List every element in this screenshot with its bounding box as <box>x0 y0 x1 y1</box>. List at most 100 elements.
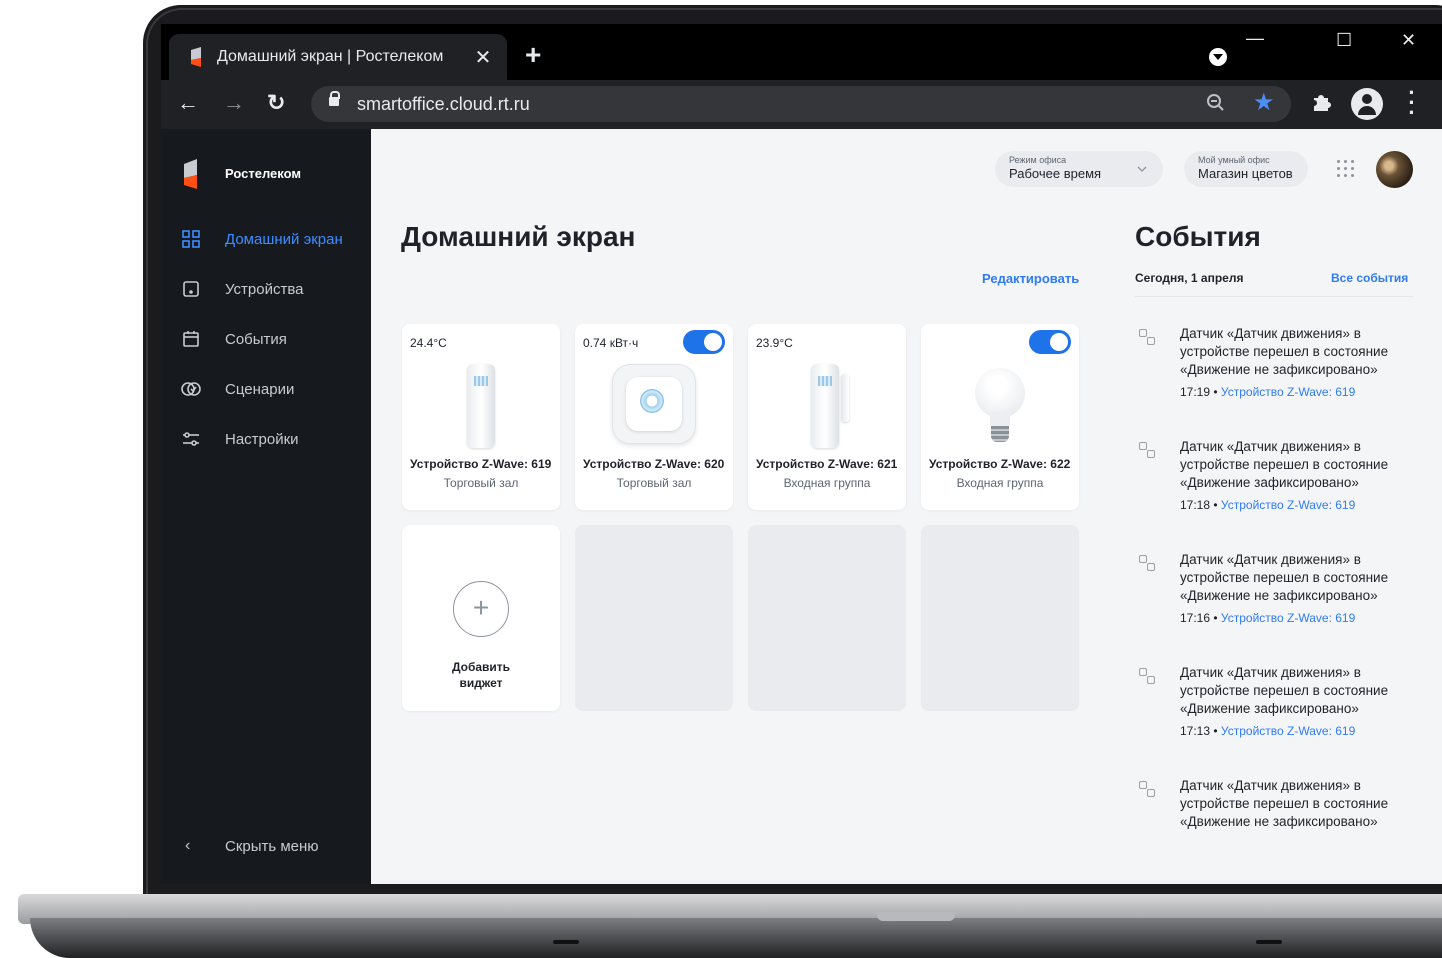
edit-link[interactable]: Редактировать <box>982 271 1079 286</box>
minimize-button[interactable]: — <box>1246 28 1264 49</box>
events-list[interactable]: Датчик «Датчик движения» в устройстве пе… <box>1135 319 1425 879</box>
events-date: Сегодня, 1 апреля <box>1135 271 1244 285</box>
rostelecom-logo-icon <box>181 159 199 189</box>
list-fade <box>1135 859 1435 884</box>
sidebar-item-home[interactable]: Домашний экран <box>181 229 343 249</box>
bookmark-star-icon[interactable]: ★ <box>1253 88 1275 117</box>
smart-plug-icon <box>612 364 696 444</box>
widget-room: Входная группа <box>956 476 1044 490</box>
main-content: Режим офиса Рабочее время Мой умный офис… <box>371 129 1442 884</box>
browser-toolbar: ← → ↻ smartoffice.cloud.rt.ru ★ · · · <box>161 80 1442 129</box>
event-text: Датчик «Датчик движения» в устройстве пе… <box>1180 326 1389 377</box>
tab-search-icon[interactable] <box>1209 48 1227 66</box>
back-icon[interactable]: ← <box>177 90 199 116</box>
add-widget-card[interactable]: + Добавить виджет <box>402 525 560 711</box>
light-bulb-neck <box>990 412 1010 426</box>
event-device-link[interactable]: Устройство Z-Wave: 619 <box>1221 724 1355 738</box>
url-text[interactable]: smartoffice.cloud.rt.ru <box>357 94 530 115</box>
lock-icon[interactable] <box>329 91 340 106</box>
sidebar: Ростелеком Домашний экран Устройства Соб… <box>161 129 371 884</box>
empty-widget-slot <box>921 525 1079 711</box>
rostelecom-favicon-icon <box>189 47 203 67</box>
sidebar-item-label: Домашний экран <box>225 230 343 248</box>
hide-menu-label: Скрыть меню <box>225 837 319 855</box>
laptop-base-bottom <box>30 918 1442 958</box>
maximize-button[interactable]: ☐ <box>1336 30 1352 51</box>
device-widget[interactable]: 23.9°C Устройство Z-Wave: 621 Входная гр… <box>748 324 906 510</box>
event-text: Датчик «Датчик движения» в устройстве пе… <box>1180 439 1389 490</box>
sidebar-item-devices[interactable]: Устройства <box>181 279 303 299</box>
widget-temperature: 24.4°C <box>410 336 447 350</box>
light-bulb-icon <box>975 368 1025 418</box>
hide-menu-button[interactable]: ‹ Скрыть меню <box>185 837 319 855</box>
all-events-link[interactable]: Все события <box>1331 271 1408 285</box>
avatar[interactable] <box>1376 151 1413 188</box>
motion-sensor-event-icon <box>1139 668 1157 686</box>
reload-icon[interactable]: ↻ <box>267 90 285 116</box>
device-widget[interactable]: 24.4°C Устройство Z-Wave: 619 Торговый з… <box>402 324 560 510</box>
device-widget[interactable]: 0.74 кВт·ч Устройство Z-Wave: 620 Торгов… <box>575 324 733 510</box>
motion-sensor-event-icon <box>1139 442 1157 460</box>
laptop-notch <box>877 912 955 921</box>
page-title: Домашний экран <box>401 221 636 252</box>
event-text: Датчик «Датчик движения» в устройстве пе… <box>1180 778 1389 829</box>
device-widget[interactable]: Устройство Z-Wave: 622 Входная группа <box>921 324 1079 510</box>
close-window-button[interactable]: ✕ <box>1401 30 1416 51</box>
events-title: События <box>1135 221 1261 252</box>
browser-tab-bar: Домашний экран | Ростелеком ✕ + — ☐ ✕ <box>161 24 1442 80</box>
zoom-icon[interactable] <box>1206 90 1226 120</box>
forward-icon[interactable]: → <box>223 90 245 116</box>
widget-toggle[interactable] <box>683 330 725 354</box>
add-widget-label-line2: виджет <box>459 676 503 690</box>
event-time: 17:16 <box>1180 611 1211 625</box>
add-widget-label-line1: Добавить <box>451 660 511 674</box>
my-office-caption: Мой умный офис <box>1198 155 1270 165</box>
add-widget-label: Добавить виджет <box>402 659 560 691</box>
brand-name: Ростелеком <box>225 165 301 181</box>
brand[interactable]: Ростелеком <box>181 159 301 189</box>
tab-close-icon[interactable]: ✕ <box>473 45 493 70</box>
event-time: 17:19 <box>1180 385 1211 399</box>
event-device-link[interactable]: Устройство Z-Wave: 619 <box>1221 611 1355 625</box>
new-tab-button[interactable]: + <box>525 39 541 71</box>
laptop-foot <box>1256 940 1282 944</box>
event-time: 17:18 <box>1180 498 1211 512</box>
motion-sensor-icon <box>467 364 495 448</box>
sidebar-item-events[interactable]: События <box>181 329 287 349</box>
office-mode-select[interactable]: Режим офиса Рабочее время <box>995 151 1163 187</box>
widget-energy: 0.74 кВт·ч <box>583 336 639 350</box>
sidebar-item-label: События <box>225 330 287 348</box>
address-bar[interactable]: smartoffice.cloud.rt.ru ★ <box>311 86 1291 122</box>
empty-widget-slot <box>575 525 733 711</box>
event-time: 17:13 <box>1180 724 1211 738</box>
my-office-value: Магазин цветов <box>1198 166 1293 181</box>
chevron-left-icon: ‹ <box>185 837 191 854</box>
event-text: Датчик «Датчик движения» в устройстве пе… <box>1180 552 1389 603</box>
widget-device-name: Устройство Z-Wave: 622 <box>929 457 1071 471</box>
my-office-select[interactable]: Мой умный офис Магазин цветов <box>1184 151 1308 187</box>
account-icon[interactable] <box>1351 88 1383 120</box>
browser-tab[interactable]: Домашний экран | Ростелеком ✕ <box>169 34 507 80</box>
event-device-link[interactable]: Устройство Z-Wave: 619 <box>1221 498 1355 512</box>
extensions-icon[interactable] <box>1311 90 1333 118</box>
chevron-down-icon <box>1137 166 1147 172</box>
sidebar-item-settings[interactable]: Настройки <box>181 429 299 449</box>
plus-icon: + <box>453 581 509 637</box>
motion-sensor-event-icon <box>1139 329 1157 347</box>
sidebar-item-label: Устройства <box>225 280 304 298</box>
widget-device-name: Устройство Z-Wave: 621 <box>756 457 898 471</box>
apps-grid-icon[interactable] <box>1336 159 1356 179</box>
sidebar-item-scenarios[interactable]: Сценарии <box>181 379 294 399</box>
widget-room: Входная группа <box>783 476 871 490</box>
event-device-link[interactable]: Устройство Z-Wave: 619 <box>1221 385 1355 399</box>
widget-device-name: Устройство Z-Wave: 619 <box>410 457 552 471</box>
widget-temperature: 23.9°C <box>756 336 793 350</box>
grid-icon <box>181 229 201 249</box>
tab-title: Домашний экран | Ростелеком <box>217 48 444 65</box>
laptop-foot <box>553 940 579 944</box>
browser-menu-icon[interactable]: · · · <box>1408 82 1416 124</box>
office-mode-caption: Режим офиса <box>1009 155 1067 165</box>
widget-toggle[interactable] <box>1029 330 1071 354</box>
screen: Домашний экран | Ростелеком ✕ + — ☐ ✕ ← … <box>161 24 1442 884</box>
widget-room: Торговый зал <box>616 476 692 490</box>
